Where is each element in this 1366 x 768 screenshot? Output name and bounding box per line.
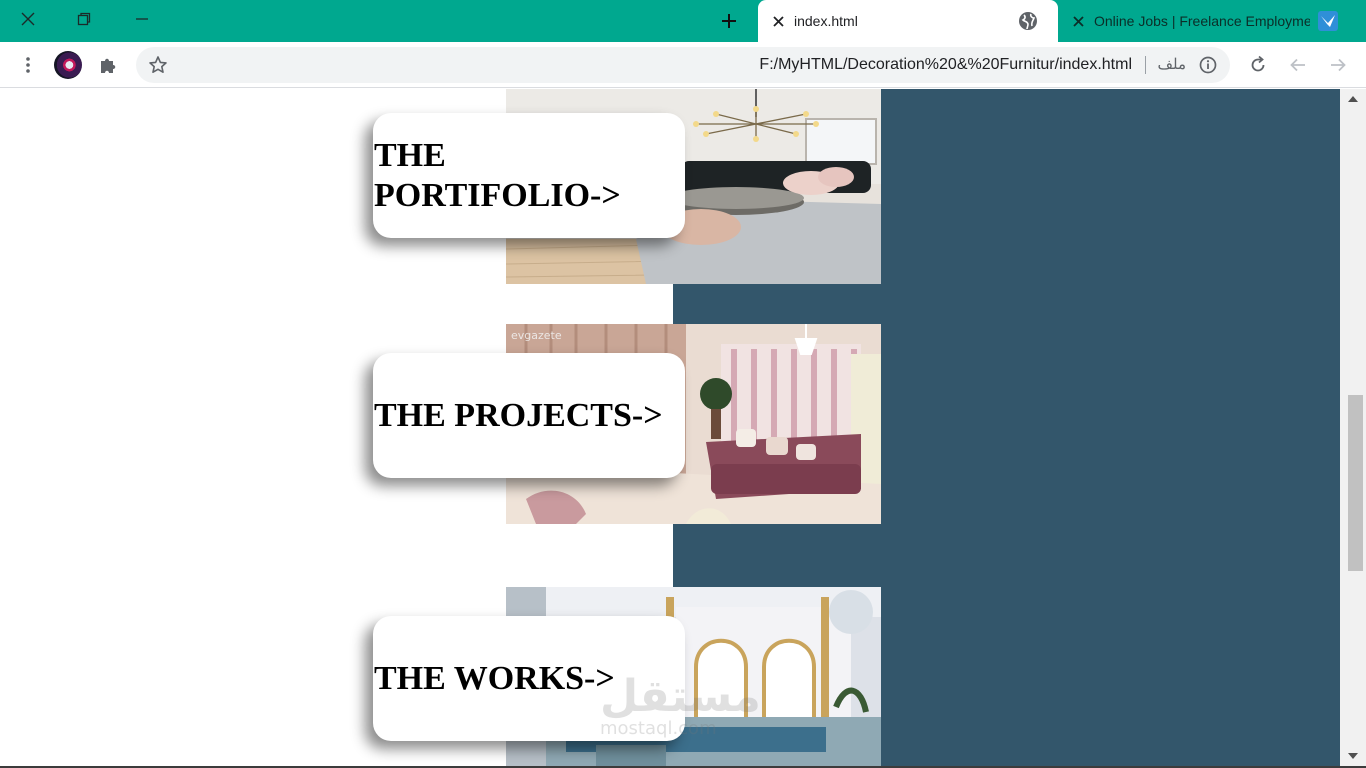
browser-toolbar: F:/MyHTML/Decoration%20&%20Furnitur/inde… <box>0 42 1366 88</box>
browser-tab-bar: index.html Online Jobs | Freelance Emplo… <box>0 0 1366 42</box>
watermark-url-text: mostaql.com <box>600 718 717 739</box>
restore-icon <box>77 12 91 26</box>
globe-icon <box>1018 11 1038 31</box>
forward-button[interactable] <box>1324 51 1352 79</box>
card-label-text: THE PORTIFOLIO-> <box>374 136 621 214</box>
teal-background-panel <box>881 89 1340 766</box>
tab-close-button[interactable] <box>1070 13 1086 29</box>
url-separator <box>1145 56 1146 74</box>
arrow-right-icon <box>1331 58 1346 72</box>
mostaql-bird-icon <box>1318 11 1338 31</box>
arrow-left-icon <box>1290 58 1305 72</box>
close-icon <box>772 15 784 27</box>
url-text[interactable]: F:/MyHTML/Decoration%20&%20Furnitur/inde… <box>759 47 1132 83</box>
extensions-button[interactable] <box>94 51 122 79</box>
tab-index-html[interactable]: index.html <box>758 0 1058 42</box>
page-viewport: evgazete THE PORTIFOLIO-> THE PROJECTS->… <box>0 89 1340 766</box>
portfolio-link[interactable]: THE PORTIFOLIO-> <box>373 113 685 238</box>
tab-online-jobs[interactable]: Online Jobs | Freelance Employment <box>1058 0 1366 42</box>
site-info-button[interactable] <box>1198 55 1218 75</box>
tab-title: Online Jobs | Freelance Employment <box>1094 13 1310 29</box>
watermark-logo-text: مستقل <box>600 671 761 722</box>
puzzle-piece-icon <box>101 58 116 73</box>
scheme-label: ملف <box>1157 56 1186 73</box>
info-icon <box>1199 56 1217 74</box>
image-watermark-text: evgazete <box>511 329 562 342</box>
kebab-menu-icon <box>26 57 30 73</box>
scrollbar-thumb[interactable] <box>1348 395 1363 571</box>
tab-title: index.html <box>794 13 858 29</box>
card-label-text: THE PROJECTS-> <box>374 396 663 434</box>
minimize-icon <box>136 18 148 20</box>
close-icon <box>21 12 35 26</box>
reload-button[interactable] <box>1244 51 1272 79</box>
card-label-text: THE WORKS-> <box>374 659 615 697</box>
address-bar[interactable]: F:/MyHTML/Decoration%20&%20Furnitur/inde… <box>136 47 1230 83</box>
window-restore-button[interactable] <box>56 0 112 38</box>
back-button[interactable] <box>1284 51 1312 79</box>
star-icon <box>149 56 167 73</box>
bookmark-button[interactable] <box>144 51 172 79</box>
tab-close-button[interactable] <box>770 13 786 29</box>
scroll-up-arrow-icon[interactable] <box>1348 96 1358 102</box>
profile-avatar[interactable] <box>54 51 82 79</box>
reload-icon <box>1251 55 1265 72</box>
projects-link[interactable]: THE PROJECTS-> <box>373 353 685 478</box>
window-minimize-button[interactable] <box>114 0 170 38</box>
site-watermark: مستقل mostaql.com <box>600 674 770 744</box>
vertical-scrollbar[interactable] <box>1340 89 1366 766</box>
browser-menu-button[interactable] <box>14 51 42 79</box>
window-close-button[interactable] <box>0 0 56 38</box>
close-icon <box>1072 15 1084 27</box>
plus-icon <box>722 14 736 28</box>
new-tab-button[interactable] <box>712 6 746 36</box>
scroll-down-arrow-icon[interactable] <box>1348 753 1358 759</box>
